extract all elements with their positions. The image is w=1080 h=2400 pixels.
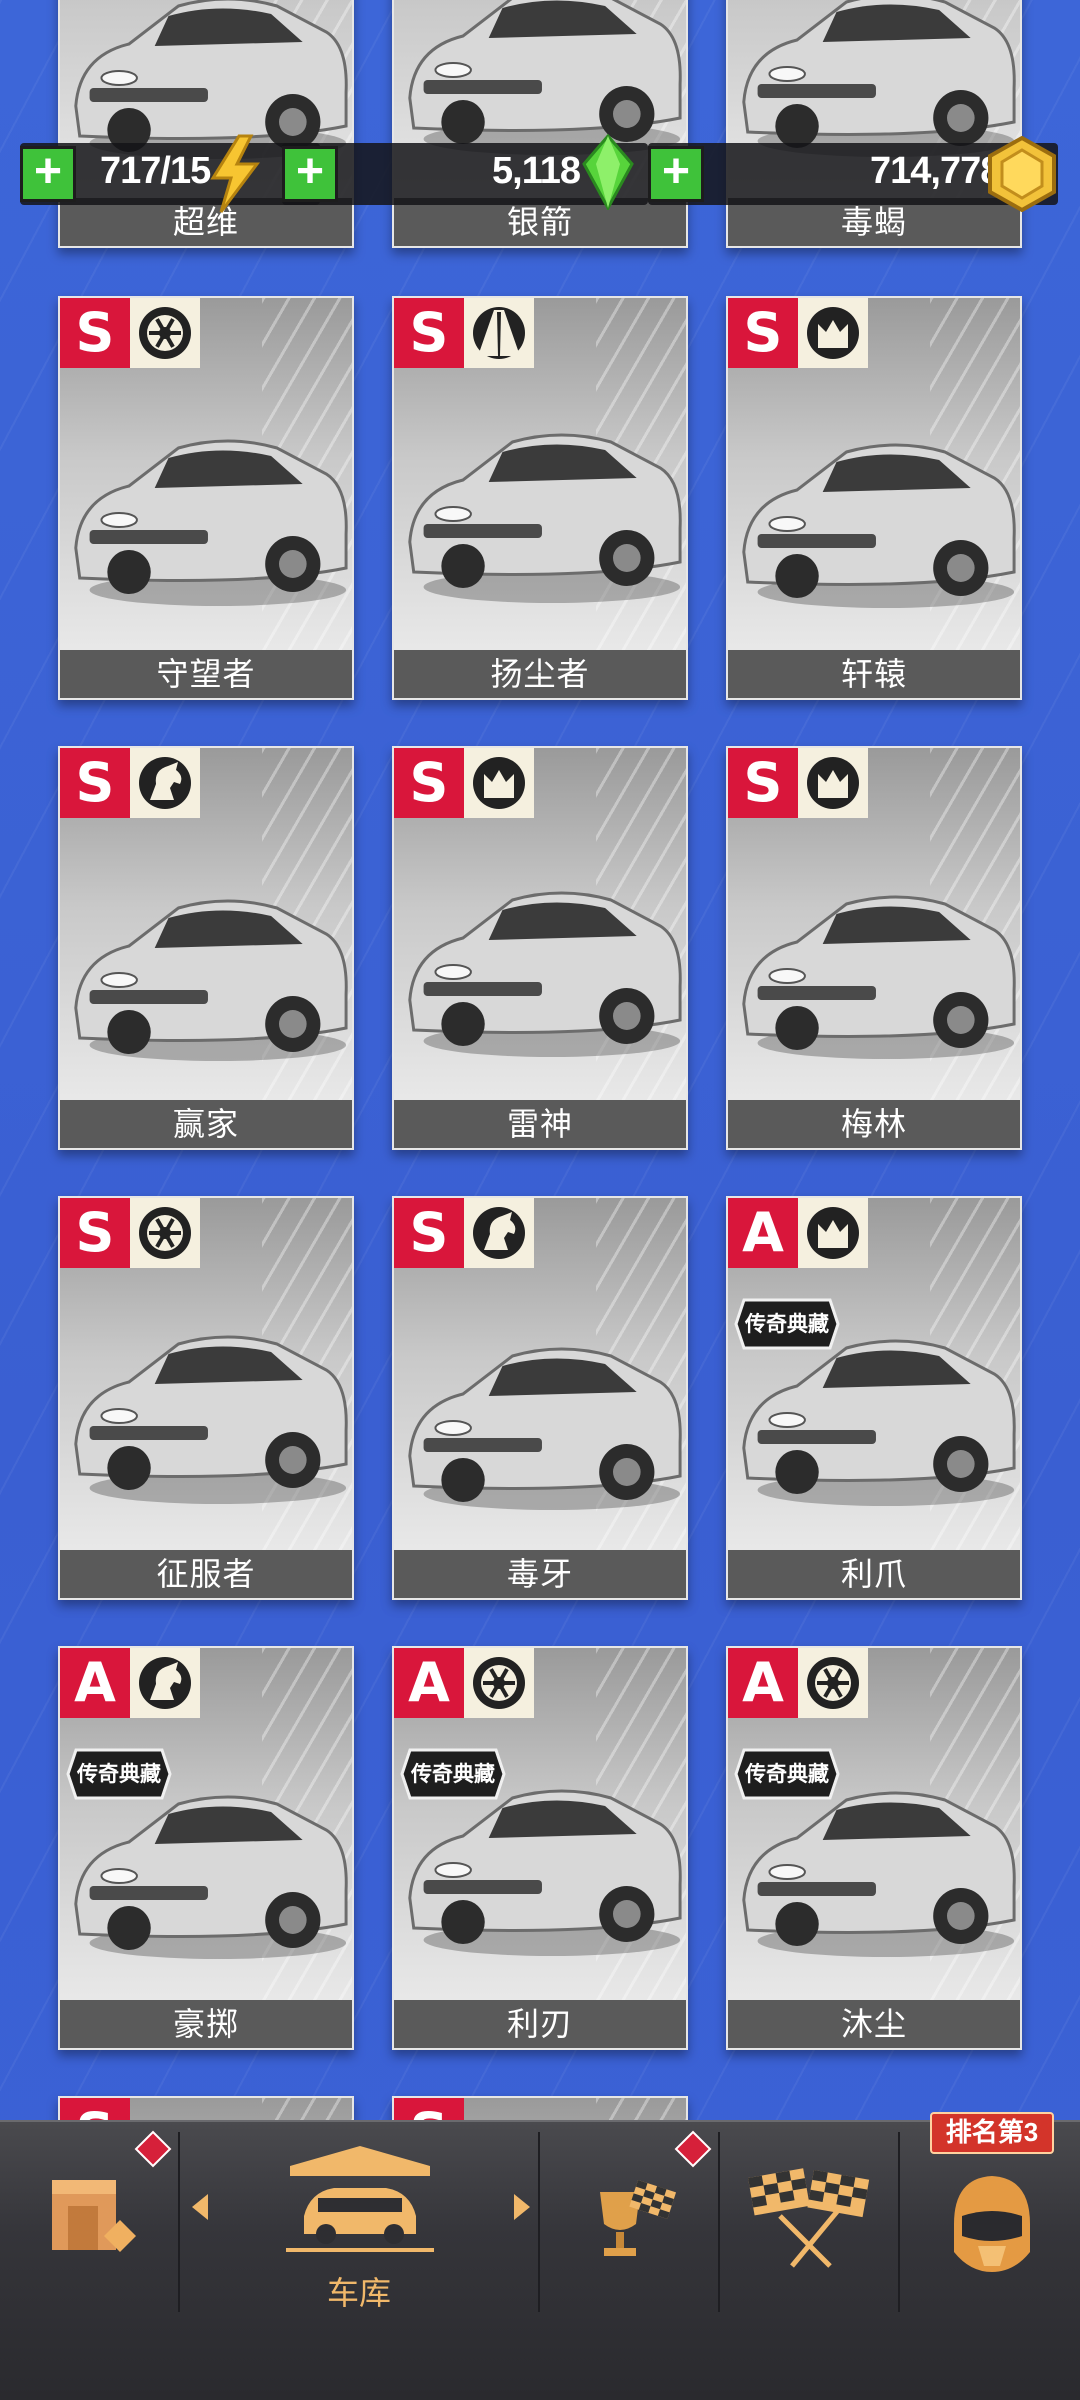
car-card[interactable]: S 守望者 <box>58 296 354 700</box>
grade-badge: S <box>728 748 798 818</box>
legend-collection-badge: 传奇典藏 <box>734 1298 840 1350</box>
gem-icon <box>582 134 634 210</box>
car-name: 豪掷 <box>60 2000 352 2048</box>
grade-badge: S <box>394 298 464 368</box>
garage-icon <box>286 2146 434 2252</box>
grade-badge: S <box>394 1198 464 1268</box>
wheel-icon <box>130 1198 200 1268</box>
road-icon <box>464 298 534 368</box>
legend-collection-badge: 传奇典藏 <box>734 1748 840 1800</box>
car-card[interactable]: S 征服者 <box>58 1196 354 1600</box>
grade-badge: A <box>394 1648 464 1718</box>
coin-value: 714,778 <box>870 150 1001 192</box>
car-name: 守望者 <box>60 650 352 698</box>
helmet-icon <box>954 2176 1030 2272</box>
garage-label: 车库 <box>326 2275 391 2311</box>
car-card[interactable]: S 扬尘者 <box>392 296 688 700</box>
add-energy-button[interactable]: + <box>20 146 76 202</box>
grade-badge: A <box>728 1198 798 1268</box>
car-card[interactable]: S 毒牙 <box>392 1196 688 1600</box>
car-card[interactable]: A 传奇典藏 豪掷 <box>58 1646 354 2050</box>
grade-badge: A <box>728 1648 798 1718</box>
car-card[interactable]: S 梅林 <box>726 746 1022 1150</box>
checkered-flags-icon <box>748 2168 870 2268</box>
car-card[interactable]: A 传奇典藏 沐尘 <box>726 1646 1022 2050</box>
chevron-right-icon[interactable] <box>510 2192 534 2222</box>
nav-shop[interactable] <box>0 2122 178 2322</box>
crown-icon <box>464 748 534 818</box>
add-gems-button[interactable]: + <box>282 146 338 202</box>
energy-value: 717/15 <box>100 150 211 192</box>
bottom-nav: 车库 <box>0 2120 1080 2400</box>
car-card[interactable]: S 赢家 <box>58 746 354 1150</box>
grade-badge: S <box>728 298 798 368</box>
car-name: 扬尘者 <box>394 650 686 698</box>
car-name: 雷神 <box>394 1100 686 1148</box>
car-card[interactable]: S 轩辕 <box>726 296 1022 700</box>
car-card[interactable]: A 传奇典藏 利刃 <box>392 1646 688 2050</box>
horse-icon <box>130 748 200 818</box>
crown-icon <box>798 1198 868 1268</box>
nav-events[interactable] <box>540 2122 718 2322</box>
legend-collection-badge: 传奇典藏 <box>400 1748 506 1800</box>
car-name: 轩辕 <box>728 650 1020 698</box>
grade-badge: A <box>60 1648 130 1718</box>
car-name: 利刃 <box>394 2000 686 2048</box>
nav-garage[interactable]: 车库 <box>180 2122 538 2322</box>
car-name: 赢家 <box>60 1100 352 1148</box>
horse-icon <box>130 1648 200 1718</box>
coin-icon <box>988 136 1056 212</box>
lightning-icon <box>210 134 260 213</box>
car-name: 征服者 <box>60 1550 352 1598</box>
notification-dot <box>674 2130 712 2168</box>
rank-badge: 排名第3 <box>930 2112 1054 2154</box>
grade-badge: S <box>60 298 130 368</box>
legend-collection-badge: 传奇典藏 <box>66 1748 172 1800</box>
chevron-left-icon[interactable] <box>188 2192 212 2222</box>
car-card[interactable]: A 传奇典藏 利爪 <box>726 1196 1022 1600</box>
horse-icon <box>464 1198 534 1268</box>
crown-icon <box>798 748 868 818</box>
wheel-icon <box>464 1648 534 1718</box>
notification-dot <box>134 2130 172 2168</box>
wheel-icon <box>130 298 200 368</box>
gem-value: 5,118 <box>492 150 581 192</box>
car-name: 利爪 <box>728 1550 1020 1598</box>
trophy-flag-icon <box>600 2180 677 2256</box>
car-card[interactable]: S 雷神 <box>392 746 688 1150</box>
grade-badge: S <box>394 748 464 818</box>
nav-race[interactable] <box>720 2122 898 2322</box>
crown-icon <box>798 298 868 368</box>
wheel-icon <box>798 1648 868 1718</box>
car-name: 毒牙 <box>394 1550 686 1598</box>
grade-badge: S <box>60 748 130 818</box>
add-coins-button[interactable]: + <box>648 146 704 202</box>
shop-icon <box>52 2180 136 2252</box>
resource-bar: + 717/15 + 5,118 + 714,778 <box>0 0 1080 232</box>
car-name: 沐尘 <box>728 2000 1020 2048</box>
car-name: 梅林 <box>728 1100 1020 1148</box>
grade-badge: S <box>60 1198 130 1268</box>
